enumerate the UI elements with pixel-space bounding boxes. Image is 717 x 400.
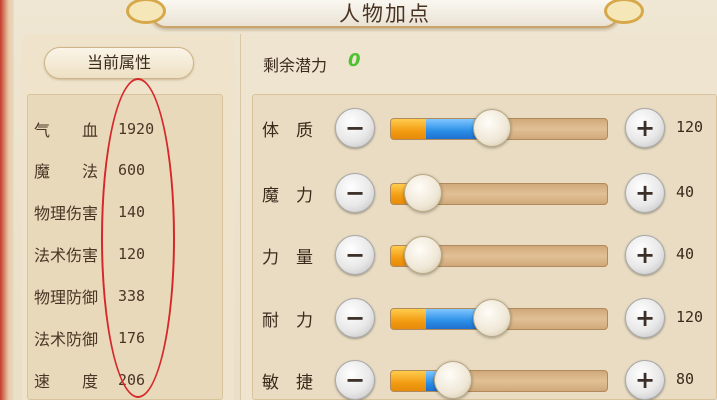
slider-knob[interactable] [473,299,511,337]
minus-button[interactable]: − [335,108,375,148]
base-points-fill [391,371,426,391]
base-points-fill [391,119,426,139]
attribute-label: 力 量 [262,248,313,268]
plus-button[interactable]: + [625,108,665,148]
attribute-value: 120 [676,118,704,136]
slider-knob[interactable] [404,174,442,212]
attribute-row-agility: 敏 捷 − + 80 [0,358,717,400]
plus-button[interactable]: + [625,235,665,275]
minus-button[interactable]: − [335,173,375,213]
attribute-row-magic: 魔 力 − + 40 [0,171,717,215]
remaining-potential-value: 0 [348,50,361,71]
attribute-row-strength: 力 量 − + 40 [0,233,717,277]
attribute-value: 120 [676,308,704,326]
attribute-value: 80 [676,370,695,388]
attribute-label: 魔 力 [262,186,313,206]
slider-knob[interactable] [434,361,472,399]
attribute-slider-track[interactable] [390,370,608,392]
attribute-row-constitution: 体 质 − + 120 [0,106,717,150]
minus-button[interactable]: − [335,235,375,275]
attribute-label: 敏 捷 [262,373,313,393]
window-title: 人物加点 [339,2,431,26]
attribute-value: 40 [676,183,695,201]
current-attributes-header: 当前属性 [44,47,194,79]
slider-knob[interactable] [473,109,511,147]
attribute-row-endurance: 耐 力 − + 120 [0,296,717,340]
plus-button[interactable]: + [625,173,665,213]
attribute-label: 体 质 [262,121,313,141]
minus-button[interactable]: − [335,298,375,338]
title-banner: 人物加点 [126,0,644,28]
plus-button[interactable]: + [625,360,665,400]
minus-button[interactable]: − [335,360,375,400]
plus-button[interactable]: + [625,298,665,338]
remaining-potential-label: 剩余潜力 [263,56,328,75]
slider-knob[interactable] [404,236,442,274]
attribute-label: 耐 力 [262,311,313,331]
attribute-value: 40 [676,245,695,263]
base-points-fill [391,309,426,329]
